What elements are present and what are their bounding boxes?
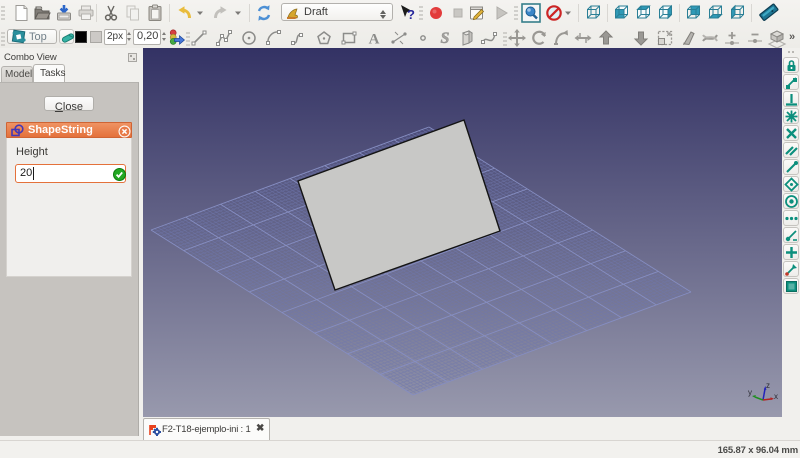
svg-text:?: ? — [407, 7, 415, 22]
svg-text:A: A — [369, 32, 380, 48]
svg-text:x: x — [774, 392, 778, 401]
svg-text:z: z — [766, 381, 770, 390]
svg-text:y: y — [748, 388, 752, 397]
svg-text:S: S — [441, 30, 450, 47]
